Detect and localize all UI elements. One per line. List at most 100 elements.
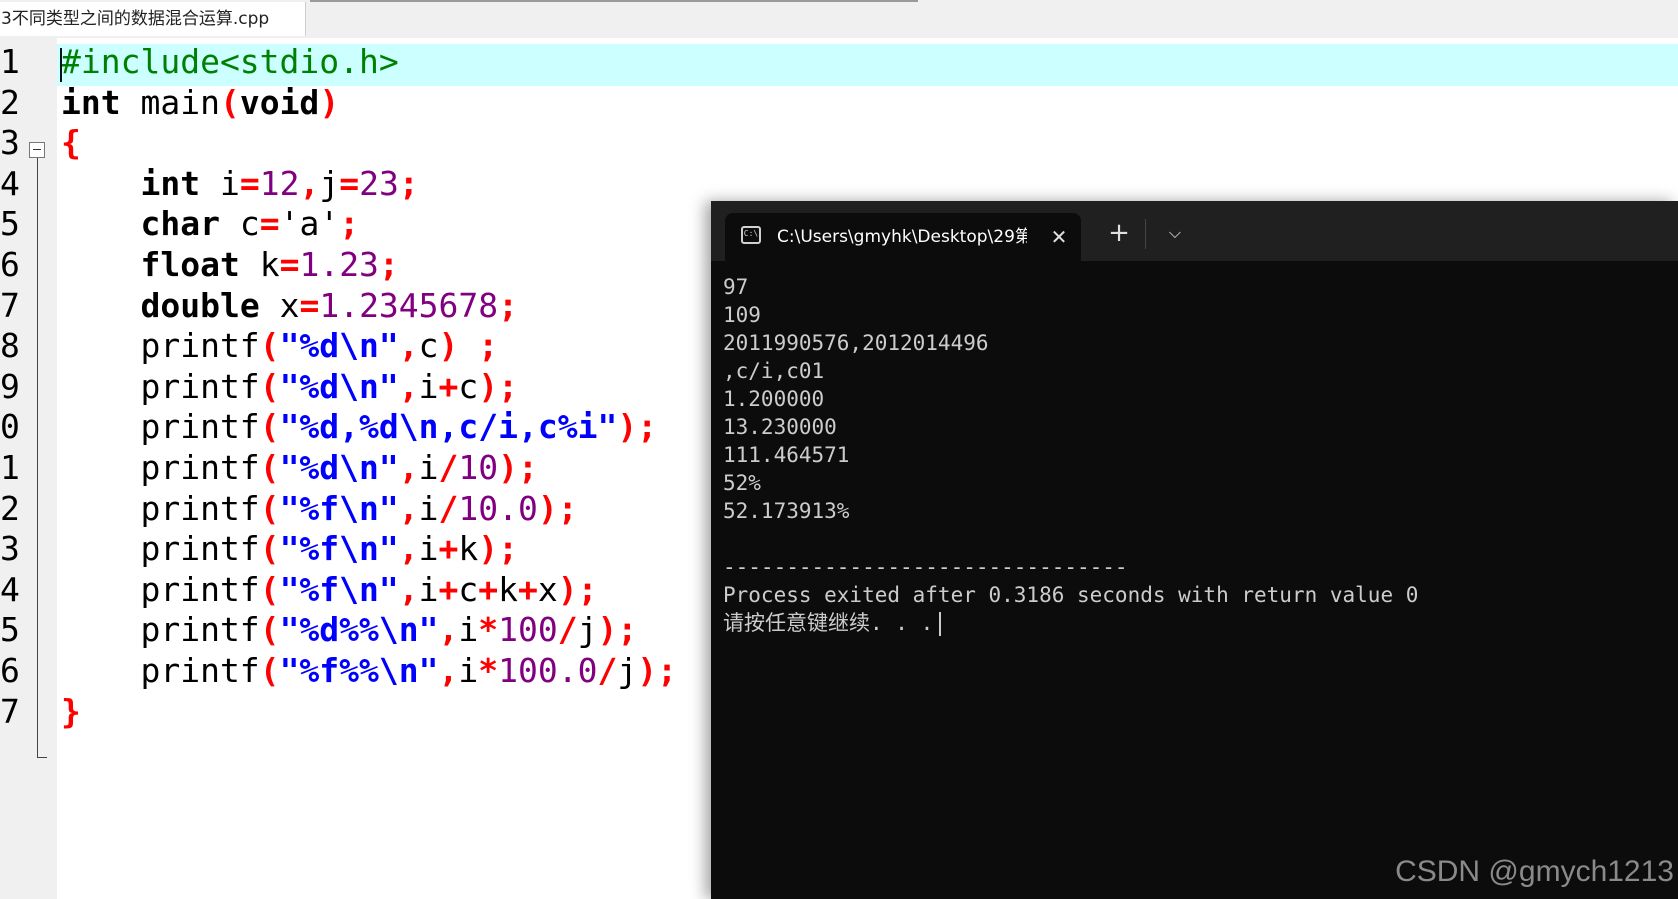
terminal-output-text: 13.230000	[723, 415, 837, 439]
code-token: printf	[61, 366, 260, 406]
code-line: printf("%d%%\n",i*100/j);	[61, 608, 637, 651]
code-token: i	[200, 163, 240, 203]
code-token: *	[478, 651, 499, 690]
code-token: i	[418, 448, 439, 487]
code-token: (	[219, 82, 240, 122]
code-token: =	[259, 204, 280, 244]
code-line: double x=1.2345678;	[61, 284, 518, 327]
code-token: i	[418, 366, 439, 406]
code-token: (	[259, 488, 280, 528]
code-token: =	[279, 245, 300, 284]
code-token: ;	[398, 163, 419, 203]
code-token: printf	[61, 448, 260, 487]
code-token: =	[239, 163, 260, 203]
line-number: 8	[0, 326, 20, 366]
code-token: ,	[398, 529, 419, 569]
terminal-output-text: 52.173913%	[723, 499, 850, 523]
watermark: CSDN @gmych1213	[1395, 855, 1674, 888]
code-token: *	[478, 610, 499, 650]
terminal-output-text: 109	[723, 303, 761, 327]
terminal-output-text: 请按任意键继续. . .	[723, 611, 934, 635]
titlebar-divider	[1145, 219, 1146, 249]
code-token: ,	[438, 610, 459, 650]
code-line: printf("%f%%\n",i*100.0/j);	[61, 649, 677, 692]
code-token: printf	[61, 651, 260, 690]
terminal-tab[interactable]: C:\ C:\Users\gmyhk\Desktop\29第 ✕	[725, 213, 1081, 261]
code-line: printf("%d\n",i/10);	[61, 446, 537, 489]
code-line: printf("%f\n",i/10.0);	[61, 487, 578, 530]
line-number: 0	[0, 407, 20, 447]
code-token: ,	[398, 366, 419, 406]
code-token: char	[140, 204, 220, 244]
code-token: #include<stdio.h>	[61, 42, 399, 81]
code-token: +	[478, 569, 499, 609]
terminal-tab-title: C:\Users\gmyhk\Desktop\29第	[777, 227, 1027, 247]
code-token: );	[537, 488, 578, 528]
code-token: 1.2345678	[319, 285, 499, 325]
code-token: c	[418, 326, 439, 366]
terminal-output-line: --------------------------------	[723, 553, 1663, 581]
code-token: +	[438, 529, 459, 569]
code-line: printf("%d,%d\n,c/i,c%i");	[61, 405, 657, 448]
code-token: c	[458, 569, 479, 609]
close-icon[interactable]: ✕	[1045, 223, 1073, 251]
terminal-icon: C:\	[741, 226, 761, 244]
code-token: k	[239, 245, 280, 284]
code-token: );	[617, 407, 658, 447]
terminal-output-line: 13.230000	[723, 413, 1663, 441]
code-line: int i=12,j=23;	[61, 162, 419, 205]
terminal-output-line: 109	[723, 301, 1663, 329]
code-token: +	[438, 366, 459, 406]
code-token: );	[597, 610, 638, 650]
line-number: 9	[0, 366, 20, 406]
code-token: );	[478, 529, 519, 569]
line-number: 6	[0, 651, 20, 690]
terminal-output-line: ,c/i,c01	[723, 357, 1663, 385]
chevron-down-icon[interactable]: ⌵	[1157, 215, 1193, 251]
code-line: printf("%d\n",c) ;	[61, 324, 498, 367]
code-token: main	[120, 82, 220, 122]
code-token: +	[518, 569, 538, 609]
terminal-output-line: 请按任意键继续. . .	[723, 609, 1663, 637]
code-token: ,	[299, 163, 320, 203]
code-token: (	[259, 569, 280, 609]
code-token: printf	[61, 326, 260, 366]
terminal-caret	[939, 612, 942, 636]
code-token: ;	[339, 204, 360, 244]
code-token: );	[637, 651, 677, 690]
code-token: ,	[398, 326, 419, 366]
code-token: 'a'	[279, 204, 340, 244]
line-number: 1	[0, 42, 20, 81]
code-token: x	[537, 569, 558, 609]
code-token: j	[617, 651, 638, 690]
code-line: char c='a';	[61, 202, 359, 245]
line-number: 4	[0, 163, 20, 203]
terminal-output-line: 52.173913%	[723, 497, 1663, 525]
code-token: j	[319, 163, 340, 203]
code-token: ;	[378, 245, 399, 284]
terminal-output-text: Process exited after 0.3186 seconds with…	[723, 583, 1419, 607]
code-token: printf	[61, 610, 260, 650]
code-token: /	[438, 448, 459, 487]
terminal-window[interactable]: C:\ C:\Users\gmyhk\Desktop\29第 ✕ + ⌵ 97 1…	[711, 201, 1678, 899]
code-line: printf("%f\n",i+c+k+x);	[61, 568, 597, 611]
code-token: void	[239, 82, 320, 122]
code-token: float	[140, 245, 240, 284]
code-token: "%d\n"	[279, 448, 399, 487]
code-line: #include<stdio.h>	[61, 40, 399, 83]
terminal-output-line: 111.464571	[723, 441, 1663, 469]
code-token: "%f\n"	[279, 569, 399, 609]
code-line: printf("%d\n",i+c);	[61, 365, 518, 408]
code-token: {	[61, 123, 81, 163]
fold-collapse-icon[interactable]	[29, 142, 45, 158]
code-line: printf("%f\n",i+k);	[61, 527, 518, 570]
new-tab-button[interactable]: +	[1101, 215, 1137, 251]
terminal-output-text: 111.464571	[723, 443, 850, 467]
file-tab[interactable]: 3不同类型之间的数据混合运算.cpp	[0, 2, 306, 36]
code-token: );	[478, 366, 519, 406]
line-number: 3	[0, 123, 20, 163]
code-token: "%f\n"	[279, 488, 399, 528]
